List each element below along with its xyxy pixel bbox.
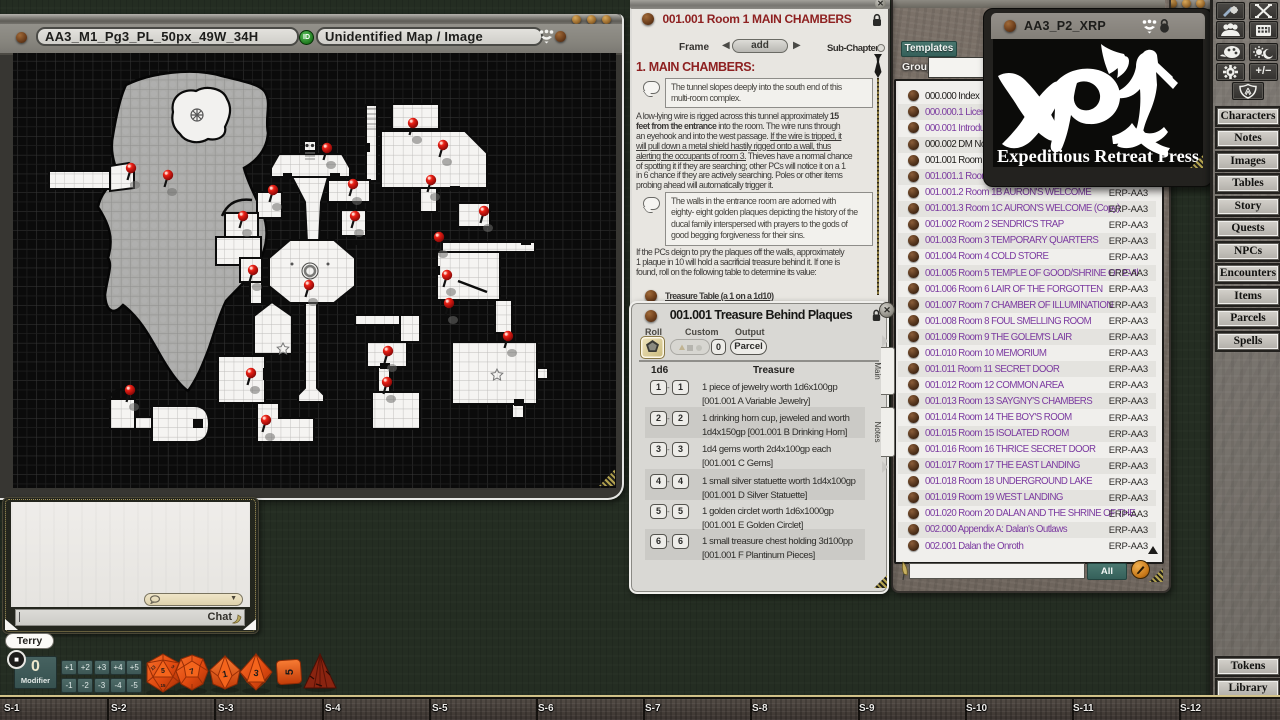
svg-text:15: 15 [160,683,166,688]
svg-text:Expeditious Retreat Press: Expeditious Retreat Press [997,146,1199,166]
svg-text:5: 5 [284,669,296,675]
svg-text:5: 5 [161,668,165,675]
